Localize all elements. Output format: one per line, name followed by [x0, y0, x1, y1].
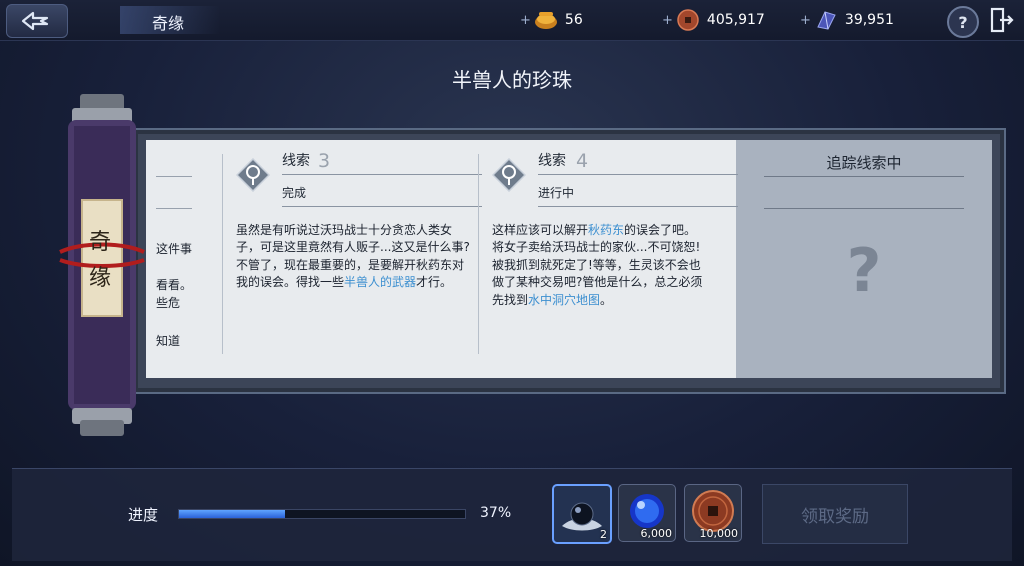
clue-divider-line: [282, 206, 482, 207]
fragment-line: 看看。: [156, 278, 193, 292]
add-crystal-plus[interactable]: +: [800, 13, 811, 28]
fragment-divider: [156, 176, 192, 177]
clue-highlight-link[interactable]: 半兽人的武器: [344, 275, 416, 289]
progress-label: 进度: [128, 506, 159, 524]
exit-button[interactable]: [988, 6, 1014, 34]
clue-text-part: 。: [600, 292, 613, 307]
scroll-label-1: 奇: [89, 230, 112, 255]
resource-gold[interactable]: + 56: [520, 8, 583, 32]
back-arrow-icon: [21, 11, 49, 31]
clue-divider: [222, 154, 223, 354]
clue-divider: [478, 154, 479, 354]
clue-text-part: 这样应该可以解开: [492, 223, 589, 237]
fragment-divider: [156, 208, 192, 209]
reward-slot-pearl[interactable]: 2: [552, 484, 612, 544]
clue-status: 完成: [282, 186, 307, 200]
tracking-title: 追踪线索中: [826, 154, 902, 172]
clue-number: 3: [318, 150, 331, 172]
page-title: 奇缘: [152, 14, 185, 33]
progress-percent: 37%: [480, 505, 512, 521]
clue-text: 这样应该可以解开秋药东的误会了吧。将女子卖给沃玛战士的家伙...不可饶恕!被我抓…: [492, 222, 706, 309]
clue-highlight-link[interactable]: 水中洞穴地图: [528, 293, 600, 307]
claim-reward-button[interactable]: 领取奖励: [762, 484, 908, 544]
reward-count: 2: [600, 528, 607, 541]
add-gold-plus[interactable]: +: [520, 13, 531, 28]
clue-divider-line: [538, 206, 738, 207]
resource-copper[interactable]: + 405,917: [662, 8, 765, 32]
magnifier-badge-icon: [492, 158, 526, 192]
unknown-clue-mark: ?: [846, 236, 882, 306]
exit-door-icon: [990, 7, 1014, 33]
copper-value: 405,917: [706, 12, 765, 28]
clue-text-part: 才行。: [416, 275, 453, 290]
reward-slot-coin[interactable]: 10,000: [684, 484, 742, 542]
magnifier-badge-icon: [236, 158, 270, 192]
quest-title: 半兽人的珍珠: [452, 68, 572, 92]
previous-clue-fragment: 这件事 看看。 些危 知道: [156, 172, 200, 372]
fragment-line: 这件事: [156, 242, 193, 256]
fragment-line: 知道: [156, 334, 181, 348]
add-copper-plus[interactable]: +: [662, 13, 673, 28]
copper-coin-icon: [677, 9, 699, 31]
reward-count: 10,000: [699, 527, 739, 540]
scroll-label-2: 缘: [89, 266, 112, 291]
clue-highlight-link[interactable]: 秋药东: [588, 223, 624, 237]
clue-divider-line: [282, 174, 482, 175]
clue-card-4[interactable]: 线索 4 进行中 这样应该可以解开秋药东的误会了吧。将女子卖给沃玛战士的家伙..…: [492, 150, 738, 370]
crystal-value: 39,951: [844, 12, 894, 28]
reward-count: 6,000: [640, 527, 673, 540]
clue-number: 4: [576, 150, 589, 172]
page-title-tab: 奇缘: [120, 6, 220, 34]
top-bar: 奇缘 + 56 + 405,917 + 39,951 ?: [0, 0, 1024, 41]
clue-status: 进行中: [538, 186, 575, 200]
clue-divider-line: [538, 174, 738, 175]
progress-bar-fill: [179, 510, 285, 518]
gold-value: 56: [564, 12, 583, 28]
gold-coin-pouch-icon: [534, 12, 557, 29]
help-button[interactable]: ?: [947, 6, 979, 38]
clue-card-3[interactable]: 线索 3 完成 虽然是有听说过沃玛战士十分贪恋人类女子，可是这里竟然有人贩子..…: [236, 150, 482, 370]
quest-scroll: 奇 缘: [52, 92, 150, 438]
resource-crystal[interactable]: + 39,951: [800, 8, 894, 32]
back-button[interactable]: [6, 4, 68, 38]
clue-label: 线索: [282, 153, 310, 169]
tracking-divider: [764, 208, 964, 209]
fragment-line: 些危: [156, 296, 181, 310]
blue-crystal-icon: [817, 11, 836, 30]
tracking-divider: [764, 176, 964, 177]
reward-slot-orb[interactable]: 6,000: [618, 484, 676, 542]
clue-label: 线索: [538, 153, 566, 169]
progress-bar: [178, 509, 466, 519]
clue-text: 虽然是有听说过沃玛战士十分贪恋人类女子，可是这里竟然有人贩子...这又是什么事?…: [236, 222, 472, 292]
